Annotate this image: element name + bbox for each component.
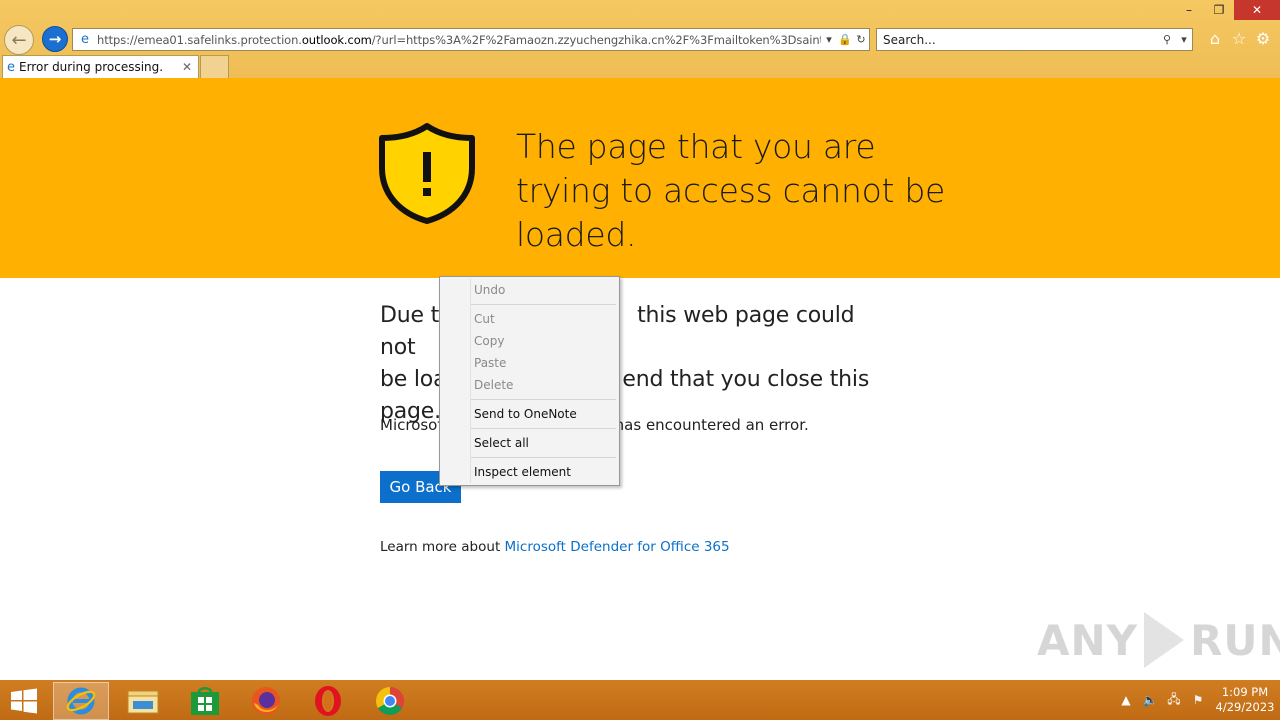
- banner-title: The page that you are trying to access c…: [516, 127, 945, 254]
- learn-more: Learn more about Microsoft Defender for …: [380, 539, 730, 555]
- search-box[interactable]: ⚲ ▾: [876, 28, 1193, 51]
- system-tray: ▲ 🔈 🖧 ⚑ 1:09 PM 4/29/2023: [1114, 680, 1280, 720]
- learn-more-prefix: Learn more about: [380, 539, 505, 555]
- menu-item-paste[interactable]: Paste: [474, 353, 506, 373]
- menu-item-send-to-onenote[interactable]: Send to OneNote: [474, 404, 577, 424]
- anyrun-watermark: ANY RUN: [1037, 608, 1280, 672]
- sub-message-part1: Microsof: [380, 416, 443, 434]
- context-menu: Undo Cut Copy Paste Delete Send to OneNo…: [439, 276, 620, 486]
- window-controls: – ❐ ✕: [1174, 0, 1280, 20]
- sub-message-part2: has encountered an error.: [614, 416, 809, 434]
- ie-page-icon: e: [81, 31, 89, 47]
- close-window-button[interactable]: ✕: [1234, 0, 1280, 20]
- clock-time: 1:09 PM: [1221, 685, 1269, 699]
- url-suffix: /?url=https%3A%2F%2Famaozn.zzyuchengzhik…: [371, 32, 821, 47]
- watermark-right: RUN: [1190, 615, 1280, 665]
- tab-title: Error during processing.: [19, 60, 164, 74]
- menu-item-cut[interactable]: Cut: [474, 309, 495, 329]
- folder-icon: [127, 690, 159, 714]
- restore-button[interactable]: ❐: [1204, 0, 1234, 20]
- action-center-flag-icon[interactable]: ⚑: [1186, 693, 1210, 707]
- menu-gutter: [470, 279, 471, 483]
- minimize-button[interactable]: –: [1174, 0, 1204, 20]
- search-input[interactable]: [877, 29, 1158, 50]
- new-tab-button[interactable]: [200, 55, 229, 78]
- taskbar-store[interactable]: [177, 682, 233, 720]
- internet-explorer-icon: [66, 687, 96, 715]
- taskbar-internet-explorer[interactable]: [53, 682, 109, 720]
- refresh-icon[interactable]: ↻: [853, 33, 869, 46]
- watermark-left: ANY: [1037, 615, 1139, 665]
- opera-icon: [315, 686, 341, 716]
- menu-item-undo[interactable]: Undo: [474, 280, 505, 300]
- clock-date: 4/29/2023: [1215, 700, 1275, 714]
- play-icon: [1144, 612, 1185, 668]
- menu-separator: [471, 428, 616, 429]
- taskbar-opera[interactable]: [300, 682, 356, 720]
- taskbar-chrome[interactable]: [362, 682, 418, 720]
- search-dropdown-icon[interactable]: ▾: [1176, 33, 1192, 46]
- menu-separator: [471, 457, 616, 458]
- menu-item-inspect-element[interactable]: Inspect element: [474, 462, 571, 482]
- back-arrow-icon: ←: [11, 29, 27, 51]
- clock[interactable]: 1:09 PM 4/29/2023: [1210, 685, 1280, 715]
- menu-separator: [471, 304, 616, 305]
- browser-chrome: ← → e https://emea01.safelinks.protectio…: [0, 0, 1280, 78]
- forward-button[interactable]: →: [42, 26, 68, 52]
- tab-error-page[interactable]: e Error during processing. ✕: [2, 55, 199, 78]
- menu-item-select-all[interactable]: Select all: [474, 433, 529, 453]
- warning-shield-icon: [379, 123, 475, 224]
- main-message-part3: be loa: [380, 367, 447, 392]
- network-icon[interactable]: 🖧: [1162, 690, 1186, 711]
- address-bar[interactable]: e https://emea01.safelinks.protection.ou…: [72, 28, 870, 51]
- taskbar-file-explorer[interactable]: [115, 682, 171, 720]
- favorites-star-icon[interactable]: ☆: [1229, 29, 1249, 49]
- main-message-part4: end that you close this: [622, 367, 870, 392]
- menu-separator: [471, 399, 616, 400]
- windows-start-icon[interactable]: [10, 688, 38, 714]
- taskbar-firefox[interactable]: [238, 682, 294, 720]
- search-icon[interactable]: ⚲: [1158, 33, 1176, 46]
- chrome-icon: [376, 687, 404, 715]
- show-hidden-icons-icon[interactable]: ▲: [1114, 693, 1138, 707]
- store-icon: [191, 687, 219, 715]
- back-button[interactable]: ←: [4, 25, 34, 55]
- url-prefix: https://emea01.safelinks.protection.: [97, 32, 302, 47]
- lock-icon[interactable]: 🔒: [837, 33, 853, 46]
- ie-tab-icon: e: [7, 59, 15, 75]
- menu-item-delete[interactable]: Delete: [474, 375, 513, 395]
- tab-strip: e Error during processing. ✕: [0, 55, 1280, 78]
- volume-icon[interactable]: 🔈: [1138, 693, 1162, 707]
- menu-item-copy[interactable]: Copy: [474, 331, 504, 351]
- address-url[interactable]: https://emea01.safelinks.protection.outl…: [97, 33, 821, 47]
- home-icon[interactable]: ⌂: [1205, 29, 1225, 49]
- firefox-icon: [252, 687, 280, 715]
- tab-close-icon[interactable]: ✕: [182, 60, 192, 74]
- url-domain: outlook.com: [301, 32, 372, 47]
- defender-link[interactable]: Microsoft Defender for Office 365: [505, 539, 730, 555]
- taskbar: ▲ 🔈 🖧 ⚑ 1:09 PM 4/29/2023: [0, 680, 1280, 720]
- settings-gear-icon[interactable]: ⚙: [1253, 29, 1273, 49]
- dropdown-arrow-icon[interactable]: ▾: [821, 33, 837, 46]
- forward-arrow-icon: →: [48, 30, 62, 48]
